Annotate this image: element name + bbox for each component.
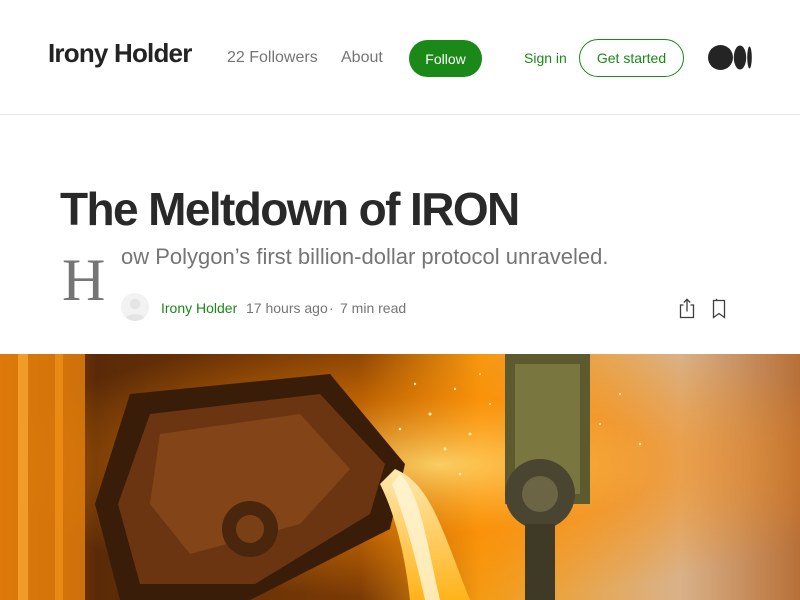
top-navigation-bar: Irony Holder 22 Followers About Follow S… xyxy=(0,0,800,115)
share-icon[interactable] xyxy=(676,296,698,320)
medium-logo-icon[interactable] xyxy=(708,45,752,70)
hero-image xyxy=(0,354,800,600)
get-started-button[interactable]: Get started xyxy=(579,39,684,77)
bookmark-icon[interactable] xyxy=(709,298,729,320)
follow-button[interactable]: Follow xyxy=(409,40,482,77)
article-title: The Meltdown of IRON xyxy=(60,183,520,235)
read-time: 7 min read xyxy=(340,300,407,316)
followers-link[interactable]: 22 Followers xyxy=(227,49,318,67)
article-subtitle: ow Polygon’s first billion-dollar protoc… xyxy=(121,244,609,269)
drop-cap-letter: H xyxy=(62,247,106,313)
sign-in-link[interactable]: Sign in xyxy=(524,50,567,66)
publication-name[interactable]: Irony Holder xyxy=(48,38,192,69)
about-link[interactable]: About xyxy=(341,49,383,67)
avatar-placeholder-icon[interactable] xyxy=(121,293,149,321)
post-time: 17 hours ago xyxy=(246,300,328,316)
molten-metal-illustration xyxy=(0,354,800,600)
author-link[interactable]: Irony Holder xyxy=(161,300,237,316)
meta-separator: · xyxy=(329,300,334,316)
article-meta: Irony Holder 17 hours ago · 7 min read xyxy=(121,293,741,323)
